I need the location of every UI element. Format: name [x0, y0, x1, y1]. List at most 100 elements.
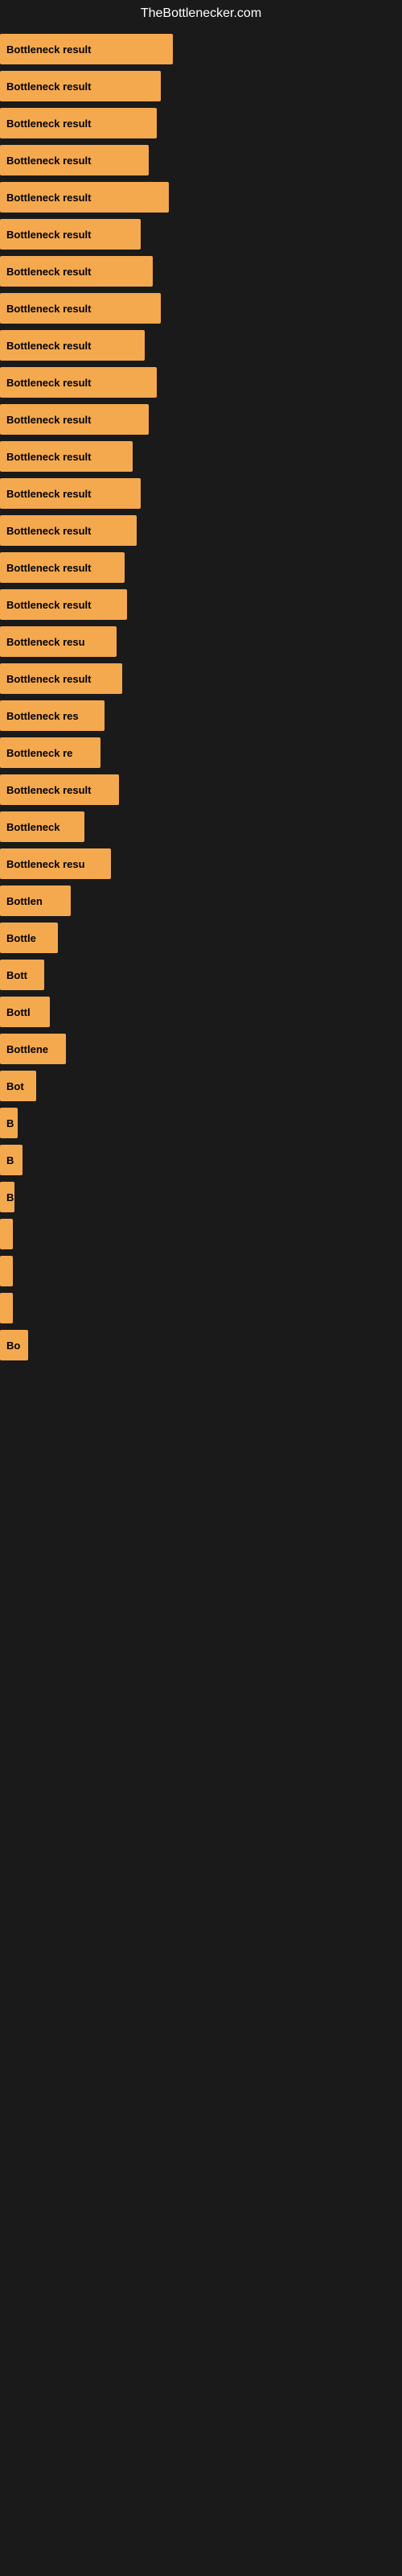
- list-item: Bottleneck result: [0, 552, 402, 583]
- list-item: Bottleneck result: [0, 478, 402, 509]
- list-item: Bottle: [0, 923, 402, 953]
- bottleneck-bar: Bottlen: [0, 886, 71, 916]
- bottleneck-label: Bottleneck result: [6, 80, 91, 93]
- list-item: Bottleneck result: [0, 145, 402, 175]
- bottleneck-bar: Bottleneck res: [0, 700, 105, 731]
- bottleneck-label: B: [6, 1154, 14, 1166]
- site-title-wrapper: TheBottlenecker.com: [0, 0, 402, 27]
- bottleneck-bar: Bott: [0, 960, 44, 990]
- bottleneck-label: Bottleneck: [6, 821, 59, 833]
- bottleneck-label: B: [6, 1191, 14, 1203]
- bottleneck-label: Bottleneck re: [6, 747, 72, 759]
- bottleneck-bar: [0, 1219, 13, 1249]
- bottleneck-label: Bo: [6, 1340, 20, 1352]
- list-item: Bottlene: [0, 1034, 402, 1064]
- bottleneck-label: Bottleneck result: [6, 562, 91, 574]
- bottleneck-bar: Bottleneck resu: [0, 626, 117, 657]
- bottleneck-label: Bottleneck result: [6, 229, 91, 241]
- bottleneck-label: Bottleneck res: [6, 710, 79, 722]
- list-item: Bottleneck result: [0, 441, 402, 472]
- list-item: Bottleneck result: [0, 663, 402, 694]
- list-item: Bottleneck result: [0, 219, 402, 250]
- list-item: B: [0, 1108, 402, 1138]
- list-item: Bottleneck: [0, 811, 402, 842]
- list-item: Bottleneck result: [0, 330, 402, 361]
- bottleneck-bar: Bottleneck result: [0, 219, 141, 250]
- bottleneck-bar: B: [0, 1145, 23, 1175]
- list-item: Bottleneck result: [0, 589, 402, 620]
- bottleneck-label: Bott: [6, 969, 27, 981]
- bottleneck-bar: B: [0, 1108, 18, 1138]
- bottleneck-label: Bottleneck resu: [6, 858, 85, 870]
- bottleneck-label: Bottleneck result: [6, 266, 91, 278]
- bottleneck-bar: Bottleneck: [0, 811, 84, 842]
- list-item: Bottleneck result: [0, 182, 402, 213]
- bottleneck-label: Bottleneck result: [6, 784, 91, 796]
- bottleneck-label: Bottleneck result: [6, 525, 91, 537]
- list-item: Bottleneck resu: [0, 848, 402, 879]
- bottleneck-bar: Bottl: [0, 997, 50, 1027]
- list-item: Bot: [0, 1071, 402, 1101]
- list-item: Bottleneck result: [0, 34, 402, 64]
- bottleneck-bar: Bottleneck result: [0, 774, 119, 805]
- bottleneck-bar: Bottleneck result: [0, 441, 133, 472]
- bottleneck-label: Bot: [6, 1080, 24, 1092]
- list-item: B: [0, 1145, 402, 1175]
- bottleneck-bar: B: [0, 1182, 14, 1212]
- bottleneck-label: Bottleneck result: [6, 488, 91, 500]
- list-item: Bottleneck result: [0, 404, 402, 435]
- list-item: Bottleneck resu: [0, 626, 402, 657]
- list-item: [0, 1256, 402, 1286]
- bottleneck-bar: Bottleneck result: [0, 478, 141, 509]
- bottleneck-label: Bottle: [6, 932, 36, 944]
- bottleneck-bar: Bot: [0, 1071, 36, 1101]
- bottleneck-bar: Bottleneck result: [0, 34, 173, 64]
- bottleneck-bar: Bottleneck result: [0, 182, 169, 213]
- bottleneck-bar: Bottleneck result: [0, 552, 125, 583]
- bottleneck-bar: Bottleneck result: [0, 293, 161, 324]
- list-item: Bottleneck result: [0, 367, 402, 398]
- list-item: Bo: [0, 1330, 402, 1360]
- list-item: Bottleneck result: [0, 256, 402, 287]
- bottleneck-label: Bottleneck result: [6, 599, 91, 611]
- bottleneck-bar: Bo: [0, 1330, 28, 1360]
- list-item: Bottleneck result: [0, 108, 402, 138]
- list-item: B: [0, 1182, 402, 1212]
- bottleneck-label: Bottleneck result: [6, 192, 91, 204]
- bottleneck-bar: Bottleneck re: [0, 737, 100, 768]
- bottleneck-label: Bottleneck result: [6, 340, 91, 352]
- site-title: TheBottlenecker.com: [0, 0, 402, 27]
- list-item: Bottl: [0, 997, 402, 1027]
- list-item: [0, 1219, 402, 1249]
- bottleneck-bar: Bottleneck result: [0, 663, 122, 694]
- list-item: Bottleneck result: [0, 515, 402, 546]
- bottleneck-bar: Bottleneck result: [0, 256, 153, 287]
- bottleneck-bar: Bottleneck resu: [0, 848, 111, 879]
- bottleneck-bar: Bottleneck result: [0, 108, 157, 138]
- bottleneck-bar: Bottleneck result: [0, 330, 145, 361]
- bottleneck-label: Bottlen: [6, 895, 43, 907]
- bottleneck-bar: Bottleneck result: [0, 367, 157, 398]
- bottleneck-label: Bottl: [6, 1006, 31, 1018]
- list-item: Bott: [0, 960, 402, 990]
- bottleneck-label: Bottleneck result: [6, 377, 91, 389]
- list-item: [0, 1293, 402, 1323]
- list-item: Bottleneck re: [0, 737, 402, 768]
- list-item: Bottleneck result: [0, 293, 402, 324]
- bottleneck-label: Bottleneck result: [6, 414, 91, 426]
- bottleneck-label: B: [6, 1117, 14, 1129]
- bottleneck-bar: Bottleneck result: [0, 145, 149, 175]
- bottleneck-bar: Bottleneck result: [0, 589, 127, 620]
- bottleneck-bar: [0, 1256, 13, 1286]
- bottleneck-label: Bottleneck result: [6, 673, 91, 685]
- bottleneck-label: Bottleneck result: [6, 43, 91, 56]
- items-container: Bottleneck result Bottleneck result Bottle…: [0, 34, 402, 1383]
- bottleneck-bar: Bottle: [0, 923, 58, 953]
- bottleneck-bar: Bottleneck result: [0, 71, 161, 101]
- bottleneck-label: Bottleneck result: [6, 155, 91, 167]
- bottleneck-bar: [0, 1293, 13, 1323]
- bottleneck-label: Bottleneck resu: [6, 636, 85, 648]
- bottleneck-label: Bottleneck result: [6, 451, 91, 463]
- bottleneck-label: Bottleneck result: [6, 118, 91, 130]
- bottleneck-bar: Bottleneck result: [0, 404, 149, 435]
